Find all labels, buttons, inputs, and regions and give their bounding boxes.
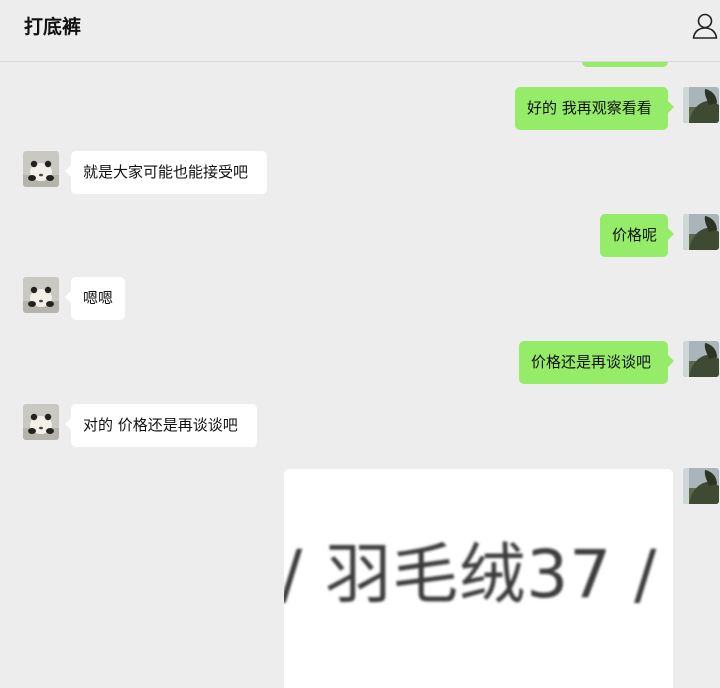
chat-title: 打底裤 [24, 16, 82, 38]
panda-avatar[interactable] [23, 151, 59, 187]
message-bubble-incoming[interactable]: 就是大家可能也能接受吧 [65, 151, 267, 194]
image-message-text: / 羽毛绒37 / [284, 536, 658, 613]
panda-avatar[interactable] [23, 404, 59, 440]
panda-avatar[interactable] [23, 277, 59, 313]
message-bubble-outgoing[interactable]: 好的 我再观察看看 [515, 87, 674, 130]
chat-header: 打底裤 [0, 0, 720, 62]
message-list[interactable]: 好的 我再观察看看 就是大家可能也能接受吧 价格呢 嗯嗯 价格还是再谈谈吧 对的… [0, 62, 720, 688]
landscape-avatar[interactable] [683, 468, 719, 504]
message-bubble-outgoing[interactable]: 价格呢 [600, 214, 674, 257]
message-bubble-incoming[interactable]: 对的 价格还是再谈谈吧 [65, 404, 257, 447]
message-bubble-incoming[interactable]: 嗯嗯 [65, 277, 125, 320]
previous-message-bubble [582, 62, 668, 67]
landscape-avatar[interactable] [683, 87, 719, 123]
landscape-avatar[interactable] [683, 214, 719, 250]
image-message[interactable]: / 羽毛绒37 / [284, 469, 673, 688]
message-bubble-outgoing[interactable]: 价格还是再谈谈吧 [519, 341, 674, 384]
landscape-avatar[interactable] [683, 341, 719, 377]
person-icon[interactable] [692, 12, 718, 40]
